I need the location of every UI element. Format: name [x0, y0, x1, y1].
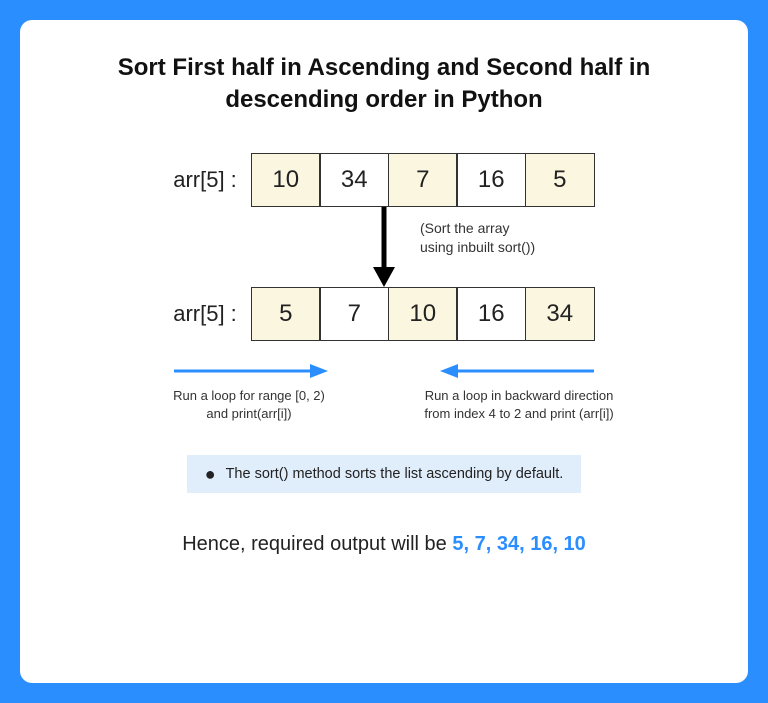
array-label-2: arr[5] : — [173, 301, 237, 327]
arrow-left-icon — [434, 361, 604, 381]
array-cells-2: 5 7 10 16 34 — [251, 287, 595, 341]
array-sorted: arr[5] : 5 7 10 16 34 — [173, 287, 595, 341]
loop-text-line: and print(arr[i]) — [173, 405, 325, 423]
down-arrow-section: (Sort the array using inbuilt sort()) — [60, 207, 708, 287]
array-label-1: arr[5] : — [173, 167, 237, 193]
cell: 7 — [319, 287, 389, 341]
arrow-right-icon — [164, 361, 334, 381]
cell: 5 — [251, 287, 321, 341]
loop-left-text: Run a loop for range [0, 2) and print(ar… — [173, 387, 325, 423]
output-prefix: Hence, required output will be — [182, 533, 452, 555]
info-text: The sort() method sorts the list ascendi… — [226, 466, 564, 482]
page-title: Sort First half in Ascending and Second … — [60, 52, 708, 117]
diagram-card: Sort First half in Ascending and Second … — [20, 20, 748, 683]
array-cells-1: 10 34 7 16 5 — [251, 153, 595, 207]
cell: 5 — [525, 153, 595, 207]
loop-right-text: Run a loop in backward direction from in… — [424, 387, 613, 423]
output-values: 5, 7, 34, 16, 10 — [452, 533, 585, 555]
info-box: ● The sort() method sorts the list ascen… — [187, 455, 582, 493]
cell: 7 — [388, 153, 458, 207]
bullet-icon: ● — [205, 465, 216, 483]
sort-note-line: using inbuilt sort()) — [420, 238, 535, 257]
cell: 10 — [388, 287, 458, 341]
cell: 16 — [456, 287, 526, 341]
output-line: Hence, required output will be 5, 7, 34,… — [182, 533, 586, 556]
sort-note: (Sort the array using inbuilt sort()) — [420, 219, 535, 257]
sort-note-line: (Sort the array — [420, 219, 535, 238]
loop-text-line: Run a loop in backward direction — [424, 387, 613, 405]
cell: 16 — [456, 153, 526, 207]
cell: 34 — [319, 153, 389, 207]
cell: 34 — [525, 287, 595, 341]
array-original: arr[5] : 10 34 7 16 5 — [173, 153, 595, 207]
loop-text-line: from index 4 to 2 and print (arr[i]) — [424, 405, 613, 423]
cell: 10 — [251, 153, 321, 207]
loop-text-line: Run a loop for range [0, 2) — [173, 387, 325, 405]
loop-arrows-row: Run a loop for range [0, 2) and print(ar… — [60, 361, 708, 423]
arrow-down-icon — [369, 207, 399, 287]
loop-left: Run a loop for range [0, 2) and print(ar… — [134, 361, 364, 423]
loop-right: Run a loop in backward direction from in… — [404, 361, 634, 423]
